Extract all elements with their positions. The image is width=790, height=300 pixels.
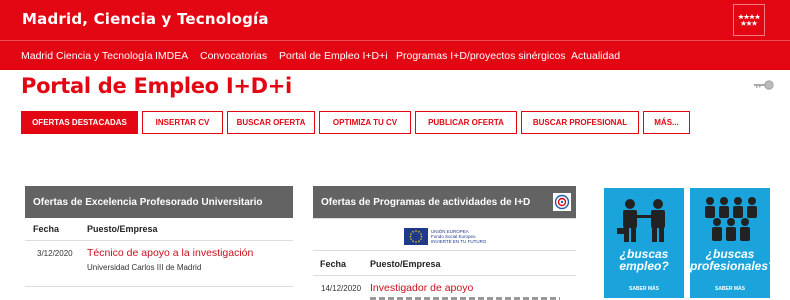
- tab-optimiza-cv[interactable]: OPTIMIZA TU CV: [319, 111, 411, 134]
- nav-madrid-ciencia[interactable]: Madrid Ciencia y Tecnología: [21, 50, 153, 62]
- promo-profesionales-more: SABER MÁS: [714, 286, 745, 292]
- divider: [25, 240, 293, 241]
- stars-icon: [738, 14, 760, 26]
- page-title: Portal de Empleo I+D+i: [21, 74, 292, 98]
- panel-programas: Ofertas de Programas de actividades de I…: [313, 186, 576, 218]
- row-job-link[interactable]: Investigador de apoyo: [370, 282, 473, 294]
- panel-excelencia-title: Ofertas de Excelencia Profesorado Univer…: [25, 186, 293, 218]
- nav-convocatorias[interactable]: Convocatorias: [200, 50, 267, 62]
- tab-ofertas-destacadas[interactable]: OFERTAS DESTACADAS: [21, 111, 138, 134]
- col-puesto: Puesto/Empresa: [87, 224, 158, 234]
- promo-empleo-text: ¿buscas empleo?: [619, 247, 669, 273]
- tab-publicar-oferta[interactable]: PUBLICAR OFERTA: [415, 111, 517, 134]
- row-date: 3/12/2020: [37, 249, 73, 258]
- site-brand[interactable]: Madrid, Ciencia y Tecnología: [22, 10, 269, 28]
- promo-empleo-more: SABER MÁS: [628, 286, 659, 292]
- row-date: 14/12/2020: [321, 284, 362, 293]
- comunidad-madrid-logo[interactable]: [733, 4, 765, 36]
- nav-imdea[interactable]: IMDEA: [155, 50, 188, 62]
- handshake-people-icon: [617, 199, 665, 242]
- row-job-link[interactable]: Técnico de apoyo a la investigación: [87, 247, 253, 259]
- col-fecha: Fecha: [33, 224, 60, 234]
- top-header-bar: Madrid, Ciencia y Tecnología: [0, 0, 790, 40]
- panel-programas-title: Ofertas de Programas de actividades de I…: [313, 186, 576, 218]
- promo-buscas-profesionales[interactable]: ¿buscas profesionales? SABER MÁS: [688, 186, 776, 300]
- divider: [313, 275, 576, 276]
- promo-buscas-empleo[interactable]: ¿buscas empleo? SABER MÁS: [602, 186, 686, 300]
- nav-portal-empleo[interactable]: Portal de Empleo I+D+i: [279, 50, 388, 62]
- group-people-icon: [705, 197, 757, 241]
- divider: [313, 218, 576, 219]
- tab-insertar-cv[interactable]: INSERTAR CV: [142, 111, 223, 134]
- panel-excelencia: Ofertas de Excelencia Profesorado Univer…: [25, 186, 293, 218]
- nav-programas[interactable]: Programas I+D/proyectos sinérgicos: [396, 50, 566, 62]
- nav-actualidad[interactable]: Actualidad: [571, 50, 620, 62]
- row-org: Universidad Carlos III de Madrid: [87, 263, 202, 272]
- col-puesto: Puesto/Empresa: [370, 259, 441, 269]
- col-fecha: Fecha: [320, 259, 347, 269]
- tab-mas[interactable]: MÁS...: [643, 111, 690, 134]
- eu-flag-icon: [404, 228, 428, 245]
- divider: [25, 286, 293, 287]
- tab-buscar-oferta[interactable]: BUSCAR OFERTA: [227, 111, 315, 134]
- eu-fse-text: UNIÓN EUROPEA Fondo Social Europeo INVIE…: [431, 229, 487, 244]
- promo-profesionales-text: ¿buscas profesionales?: [690, 247, 776, 273]
- divider: [313, 250, 576, 251]
- tab-buscar-profesional[interactable]: BUSCAR PROFESIONAL: [521, 111, 639, 134]
- target-icon[interactable]: [553, 193, 571, 211]
- main-nav: Madrid Ciencia y Tecnología IMDEA Convoc…: [0, 40, 790, 70]
- key-icon[interactable]: [753, 80, 775, 90]
